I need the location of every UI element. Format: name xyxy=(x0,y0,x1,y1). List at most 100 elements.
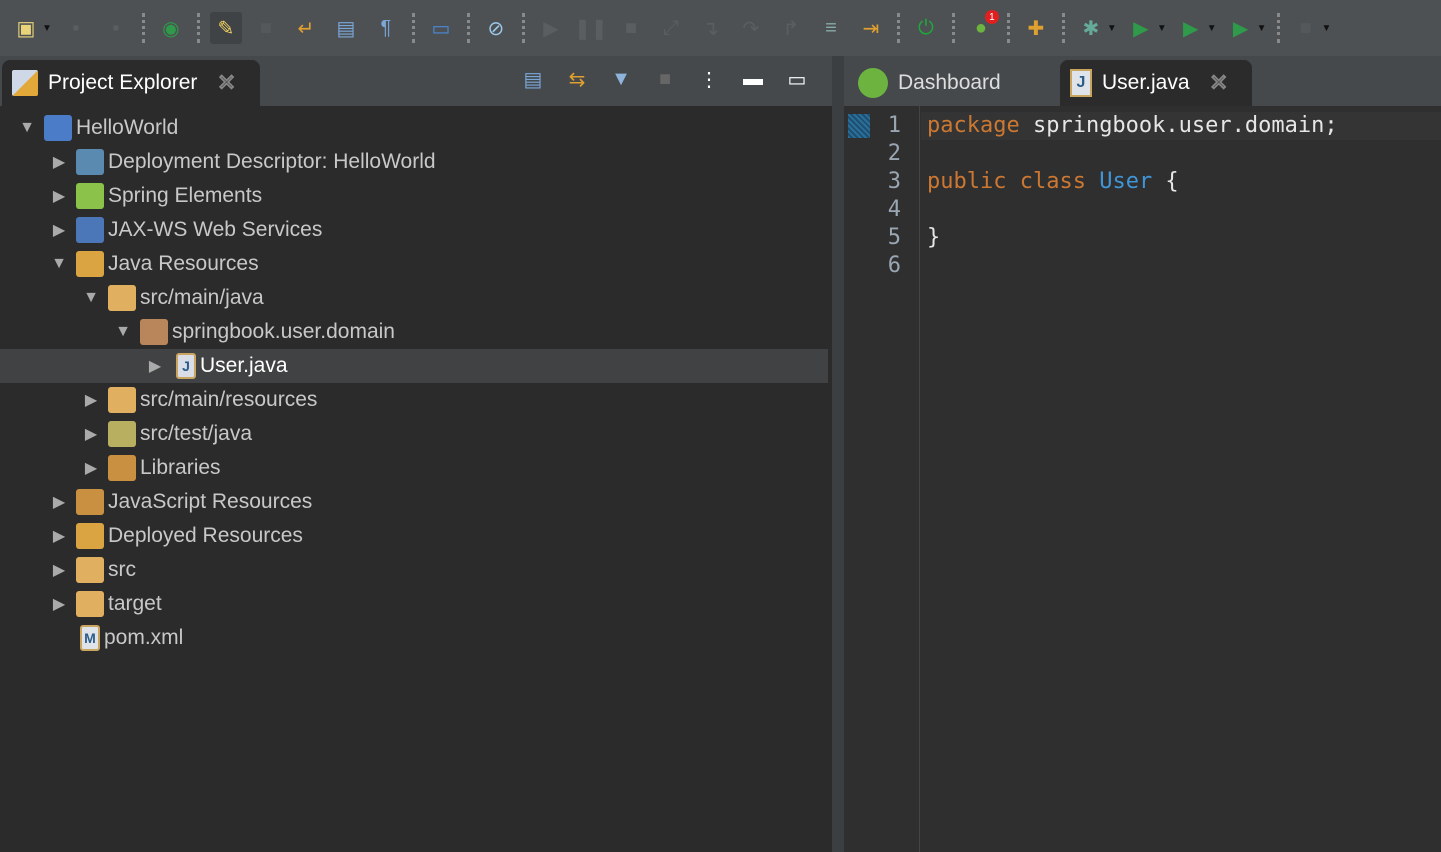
stop-icon[interactable]: ■ xyxy=(1290,12,1322,44)
tree-item[interactable]: ▶ Deployment Descriptor: HelloWorld xyxy=(0,145,828,179)
tree-item-label: src/main/resources xyxy=(140,388,318,411)
expanded-arrow-icon[interactable]: ▼ xyxy=(48,255,70,273)
working-set-icon[interactable]: ■ xyxy=(650,64,680,94)
minimize-icon[interactable]: ▬ xyxy=(738,64,768,94)
tree-item[interactable]: ▶ Deployed Resources xyxy=(0,519,828,553)
run-icon[interactable]: ▶ xyxy=(1125,12,1157,44)
tree-item[interactable]: ▼ springbook.user.domain xyxy=(0,315,828,349)
maven-pom-icon: M xyxy=(80,625,100,651)
toolbar-separator xyxy=(951,13,955,43)
spring-dashboard-icon[interactable]: ● 1 xyxy=(965,10,999,44)
power-icon[interactable]: ⏻ xyxy=(910,12,942,44)
use-step-filters-icon[interactable]: ⇥ xyxy=(855,12,887,44)
tree-item[interactable]: ▶ JAX-WS Web Services xyxy=(0,213,828,247)
expanded-arrow-icon[interactable]: ▼ xyxy=(16,119,38,137)
block-select-icon[interactable]: ▤ xyxy=(330,12,362,44)
collapsed-arrow-icon[interactable]: ▶ xyxy=(80,390,102,410)
expanded-arrow-icon[interactable]: ▼ xyxy=(80,289,102,307)
dropdown-arrow-icon[interactable]: ▼ xyxy=(1207,23,1217,34)
libraries-icon xyxy=(108,455,136,481)
new-class-icon[interactable]: ◉ xyxy=(155,12,187,44)
highlight-icon[interactable]: ✎ xyxy=(209,12,242,44)
tree-item[interactable]: ▶ Libraries xyxy=(0,451,828,485)
deployed-resources-icon xyxy=(76,523,104,549)
tree-item[interactable]: ▶ Spring Elements xyxy=(0,179,828,213)
resume-icon[interactable]: ▶ xyxy=(535,12,567,44)
save-all-icon[interactable]: ▪ xyxy=(100,12,132,44)
step-return-icon[interactable]: ↱ xyxy=(775,12,807,44)
keyword: package xyxy=(927,113,1020,138)
collapse-all-icon[interactable]: ▤ xyxy=(518,64,548,94)
project-icon xyxy=(44,115,72,141)
tree-item[interactable]: ▶ J User.java xyxy=(0,349,828,383)
panel-splitter[interactable] xyxy=(832,56,844,852)
tree-item[interactable]: Mpom.xml xyxy=(0,621,828,655)
close-icon[interactable]: ✕ xyxy=(1209,70,1228,96)
expanded-arrow-icon[interactable]: ▼ xyxy=(112,323,134,341)
tab-project-explorer[interactable]: Project Explorer ✕ xyxy=(2,60,260,106)
deployment-descriptor-icon xyxy=(76,149,104,175)
collapsed-arrow-icon[interactable]: ▶ xyxy=(48,594,70,614)
project-explorer-icon xyxy=(12,70,38,96)
tree-item[interactable]: ▼ src/main/java xyxy=(0,281,828,315)
line-number: 3 xyxy=(887,169,901,194)
word-wrap-icon[interactable]: ↵ xyxy=(290,12,322,44)
collapsed-arrow-icon[interactable]: ▶ xyxy=(144,356,166,376)
server-icon[interactable]: ■ xyxy=(250,12,282,44)
collapsed-arrow-icon[interactable]: ▶ xyxy=(48,186,70,206)
console-icon[interactable]: ▭ xyxy=(425,12,457,44)
close-icon[interactable]: ✕ xyxy=(217,70,236,96)
tab-label: Dashboard xyxy=(898,71,1001,94)
collapsed-arrow-icon[interactable]: ▶ xyxy=(80,458,102,478)
collapsed-arrow-icon[interactable]: ▶ xyxy=(48,152,70,172)
collapsed-arrow-icon[interactable]: ▶ xyxy=(48,526,70,546)
tree-item[interactable]: ▼ Java Resources xyxy=(0,247,828,281)
tab-user-java[interactable]: J User.java ✕ xyxy=(1060,60,1252,106)
source-folder-icon xyxy=(108,387,136,413)
folder-icon xyxy=(76,557,104,583)
terminate-icon[interactable]: ■ xyxy=(615,12,647,44)
skip-breakpoints-icon[interactable]: ⊘ xyxy=(480,12,512,44)
filter-icon[interactable]: ▼ xyxy=(606,64,636,94)
debug-icon[interactable]: ✱ xyxy=(1075,12,1107,44)
tree-item-label: JavaScript Resources xyxy=(108,490,313,513)
toolbar-separator xyxy=(196,13,200,43)
dropdown-arrow-icon[interactable]: ▼ xyxy=(42,23,52,34)
dropdown-arrow-icon[interactable]: ▼ xyxy=(1157,23,1167,34)
save-icon[interactable]: ▪ xyxy=(60,12,92,44)
tree-item[interactable]: ▶ JavaScript Resources xyxy=(0,485,828,519)
maximize-icon[interactable]: ▭ xyxy=(782,64,812,94)
drop-frame-icon[interactable]: ≡ xyxy=(815,12,847,44)
dropdown-arrow-icon[interactable]: ▼ xyxy=(1322,23,1332,34)
tree-item[interactable]: ▼ HelloWorld xyxy=(0,111,828,145)
code-line-3: public class User { xyxy=(921,168,1441,196)
line-number: 5 xyxy=(887,225,901,250)
collapsed-arrow-icon[interactable]: ▶ xyxy=(48,220,70,240)
collapsed-arrow-icon[interactable]: ▶ xyxy=(80,424,102,444)
coverage-icon[interactable]: ▶ xyxy=(1175,12,1207,44)
tree-item[interactable]: ▶ target xyxy=(0,587,828,621)
link-with-editor-icon[interactable]: ⇆ xyxy=(562,64,592,94)
collapsed-arrow-icon[interactable]: ▶ xyxy=(48,560,70,580)
source-folder-icon xyxy=(108,285,136,311)
suspend-icon[interactable]: ❚❚ xyxy=(574,12,608,44)
line-number-gutter: 1 2 3 4 5 6 xyxy=(844,106,920,852)
dropdown-arrow-icon[interactable]: ▼ xyxy=(1257,23,1267,34)
tree-item[interactable]: ▶ src/main/resources xyxy=(0,383,828,417)
tree-item-label: User.java xyxy=(200,354,288,377)
step-into-icon[interactable]: ↴ xyxy=(695,12,727,44)
tree-item[interactable]: ▶ src xyxy=(0,553,828,587)
code-editor[interactable]: package springbook.user.domain; public c… xyxy=(921,106,1441,280)
new-spring-project-icon[interactable]: ✚ xyxy=(1020,12,1052,44)
new-icon[interactable]: ▣ xyxy=(10,12,42,44)
disconnect-icon[interactable]: ⤢ xyxy=(655,12,687,44)
step-over-icon[interactable]: ↷ xyxy=(735,12,767,44)
view-tabstrip: Project Explorer ✕ ▤ ⇆ ▼ ■ ⋮ ▬ ▭ xyxy=(0,56,832,106)
pilcrow-icon[interactable]: ¶ xyxy=(370,12,402,44)
tree-item[interactable]: ▶ src/test/java xyxy=(0,417,828,451)
tab-dashboard[interactable]: Dashboard xyxy=(848,60,1058,106)
dropdown-arrow-icon[interactable]: ▼ xyxy=(1107,23,1117,34)
view-menu-icon[interactable]: ⋮ xyxy=(694,64,724,94)
collapsed-arrow-icon[interactable]: ▶ xyxy=(48,492,70,512)
external-tools-icon[interactable]: ▶ xyxy=(1225,12,1257,44)
